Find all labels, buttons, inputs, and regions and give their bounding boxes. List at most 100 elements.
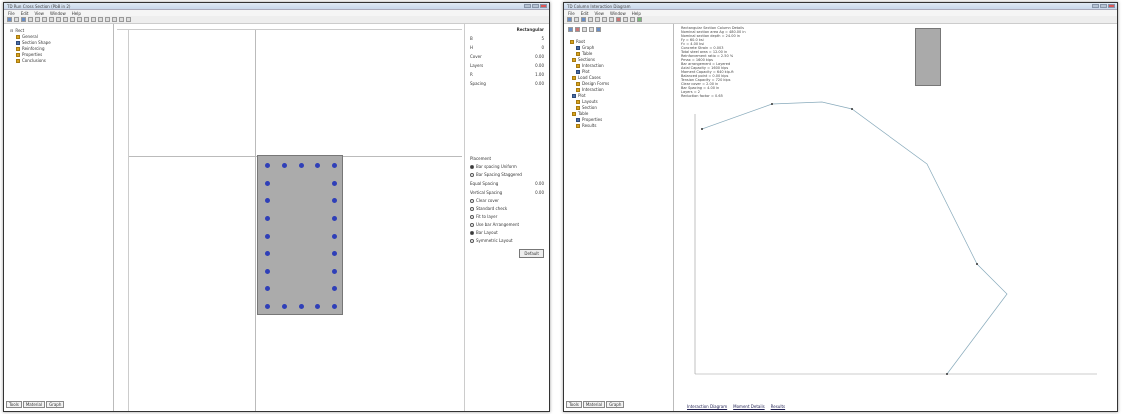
- tree-item-conclusions[interactable]: Conclusions: [10, 58, 107, 64]
- snap-icon[interactable]: [126, 17, 131, 22]
- rebar-dot[interactable]: [265, 163, 270, 168]
- menu-window[interactable]: Window: [50, 11, 66, 16]
- tab-material[interactable]: Material: [22, 401, 46, 408]
- zoom-out-icon[interactable]: [105, 17, 110, 22]
- settings-icon[interactable]: [596, 27, 601, 32]
- rebar-dot[interactable]: [265, 251, 270, 257]
- tree-item[interactable]: Results: [570, 123, 667, 129]
- menu-help[interactable]: Help: [72, 11, 81, 16]
- tab-graph[interactable]: Graph: [46, 401, 65, 408]
- option-staggered[interactable]: Bar Spacing Staggered: [470, 172, 544, 177]
- menu-edit[interactable]: Edit: [581, 11, 589, 16]
- open-icon[interactable]: [574, 17, 579, 22]
- print-icon[interactable]: [588, 17, 593, 22]
- add-icon[interactable]: [568, 27, 573, 32]
- menu-file[interactable]: File: [568, 11, 575, 16]
- copy-icon[interactable]: [42, 17, 47, 22]
- menu-file[interactable]: File: [8, 11, 15, 16]
- rebar-dot[interactable]: [265, 304, 270, 309]
- value-layers[interactable]: 0.00: [535, 63, 544, 68]
- rebar-dot[interactable]: [265, 268, 270, 274]
- close-icon[interactable]: [540, 4, 547, 8]
- rebar-dot[interactable]: [332, 198, 337, 204]
- check-arrangement[interactable]: Use bar Arrangement: [470, 222, 544, 227]
- value-r[interactable]: 1.00: [535, 72, 544, 77]
- redo-icon[interactable]: [63, 17, 68, 22]
- check-layout[interactable]: Bar Layout: [470, 230, 544, 235]
- rebar-dot[interactable]: [265, 233, 270, 239]
- cut-icon[interactable]: [595, 17, 600, 22]
- column-section[interactable]: [257, 155, 343, 315]
- zoom-out-icon[interactable]: [630, 17, 635, 22]
- rebar-dot[interactable]: [298, 163, 304, 168]
- copy-icon[interactable]: [602, 17, 607, 22]
- maximize-icon[interactable]: [1100, 4, 1107, 8]
- zoom-fit-icon[interactable]: [112, 17, 117, 22]
- pointer-icon[interactable]: [70, 17, 75, 22]
- delete-icon[interactable]: [575, 27, 580, 32]
- rebar-dot[interactable]: [332, 251, 337, 257]
- maximize-icon[interactable]: [532, 4, 539, 8]
- grid-icon[interactable]: [119, 17, 124, 22]
- tab-tools[interactable]: Tools: [6, 401, 22, 408]
- rebar-dot[interactable]: [265, 286, 270, 292]
- down-icon[interactable]: [589, 27, 594, 32]
- check-fit[interactable]: Fit to layer: [470, 214, 544, 219]
- save-icon[interactable]: [581, 17, 586, 22]
- link-interaction[interactable]: Interaction Diagram: [687, 404, 727, 409]
- paste-icon[interactable]: [609, 17, 614, 22]
- rebar-dot[interactable]: [332, 163, 337, 168]
- rebar-dot[interactable]: [265, 215, 270, 221]
- option-uniform[interactable]: Bar spacing Uniform: [470, 164, 544, 169]
- zoom-in-icon[interactable]: [98, 17, 103, 22]
- save-icon[interactable]: [21, 17, 26, 22]
- minimize-icon[interactable]: [1092, 4, 1099, 8]
- drawing-canvas[interactable]: [117, 24, 462, 411]
- open-icon[interactable]: [14, 17, 19, 22]
- menu-edit[interactable]: Edit: [21, 11, 29, 16]
- rebar-dot[interactable]: [332, 268, 337, 274]
- check-standard[interactable]: Standard check: [470, 206, 544, 211]
- link-moment[interactable]: Moment Details: [733, 404, 765, 409]
- vertical-spacing-value[interactable]: 0.00: [535, 190, 544, 195]
- paste-icon[interactable]: [49, 17, 54, 22]
- rebar-dot[interactable]: [332, 286, 337, 292]
- menu-view[interactable]: View: [594, 11, 604, 16]
- rebar-dot[interactable]: [315, 163, 321, 168]
- menu-view[interactable]: View: [34, 11, 44, 16]
- link-results[interactable]: Results: [771, 404, 785, 409]
- rebar-dot[interactable]: [281, 304, 287, 309]
- print-icon[interactable]: [28, 17, 33, 22]
- check-clear-cover[interactable]: Clear cover: [470, 198, 544, 203]
- run-icon[interactable]: [616, 17, 621, 22]
- zoom-in-icon[interactable]: [623, 17, 628, 22]
- chart-area[interactable]: Rectangular Section Column Details Nomina…: [677, 24, 1117, 411]
- rebar-dot[interactable]: [332, 215, 337, 221]
- value-b[interactable]: 5: [541, 36, 544, 41]
- expand-icon[interactable]: ⊟: [10, 28, 13, 34]
- value-spacing[interactable]: 0.00: [535, 81, 544, 86]
- rebar-dot[interactable]: [265, 180, 270, 186]
- menu-help[interactable]: Help: [632, 11, 641, 16]
- new-icon[interactable]: [7, 17, 12, 22]
- menu-window[interactable]: Window: [610, 11, 626, 16]
- rebar-dot[interactable]: [281, 163, 287, 168]
- rebar-dot[interactable]: [298, 304, 304, 309]
- tab-material[interactable]: Material: [582, 401, 606, 408]
- rebar-dot[interactable]: [332, 180, 337, 186]
- rectangle-icon[interactable]: [84, 17, 89, 22]
- new-icon[interactable]: [567, 17, 572, 22]
- close-icon[interactable]: [1108, 4, 1115, 8]
- undo-icon[interactable]: [56, 17, 61, 22]
- value-cover[interactable]: 0.00: [535, 54, 544, 59]
- tab-graph[interactable]: Graph: [606, 401, 625, 408]
- up-icon[interactable]: [582, 27, 587, 32]
- default-button[interactable]: Default: [519, 249, 544, 258]
- cut-icon[interactable]: [35, 17, 40, 22]
- refresh-icon[interactable]: [637, 17, 642, 22]
- rebar-dot[interactable]: [265, 198, 270, 204]
- rebar-dot[interactable]: [315, 304, 321, 309]
- rebar-dot[interactable]: [332, 233, 337, 239]
- tab-tools[interactable]: Tools: [566, 401, 582, 408]
- minimize-icon[interactable]: [524, 4, 531, 8]
